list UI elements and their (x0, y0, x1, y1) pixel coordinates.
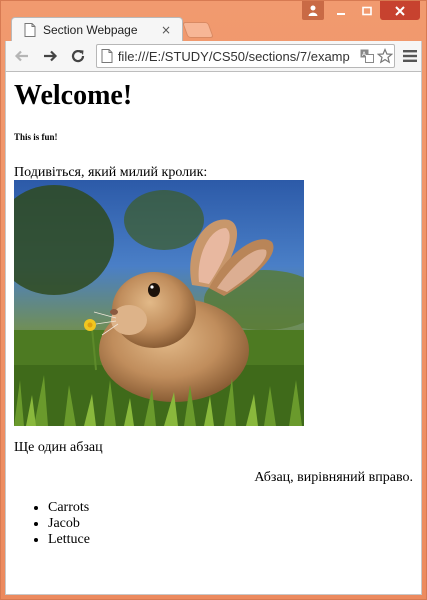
list-item: Lettuce (48, 532, 90, 548)
tab-close-icon[interactable]: × (158, 22, 174, 38)
page-subheading: This is fun! (14, 132, 58, 142)
list-item: Jacob (48, 516, 90, 532)
translate-icon[interactable]: A (358, 47, 376, 65)
tab-title: Section Webpage (43, 23, 138, 37)
back-arrow-icon[interactable] (10, 44, 34, 68)
second-paragraph: Ще один абзац (14, 440, 103, 455)
item-list: Carrots Jacob Lettuce (48, 500, 90, 548)
page-icon (24, 23, 36, 37)
star-icon[interactable] (376, 47, 394, 65)
intro-paragraph: Подивіться, який милий кролик: (14, 165, 208, 180)
right-aligned-paragraph: Абзац, вирівняний вправо. (254, 470, 413, 485)
page-icon (101, 49, 113, 63)
browser-window: Section Webpage × A (0, 0, 427, 600)
tab-strip: Section Webpage × (1, 15, 426, 42)
list-item: Carrots (48, 500, 90, 516)
url-field[interactable] (117, 48, 359, 64)
forward-arrow-icon[interactable] (38, 44, 62, 68)
page-content: Welcome! This is fun! Подивіться, який м… (5, 71, 422, 595)
menu-icon[interactable] (399, 44, 421, 68)
reload-icon[interactable] (66, 44, 90, 68)
page-heading: Welcome! (14, 80, 133, 111)
bunny-image (14, 180, 304, 426)
new-tab-button[interactable] (182, 22, 214, 38)
tab-section-webpage[interactable]: Section Webpage × (11, 17, 183, 42)
address-bar[interactable]: A (95, 44, 396, 68)
browser-toolbar: A (5, 41, 422, 71)
